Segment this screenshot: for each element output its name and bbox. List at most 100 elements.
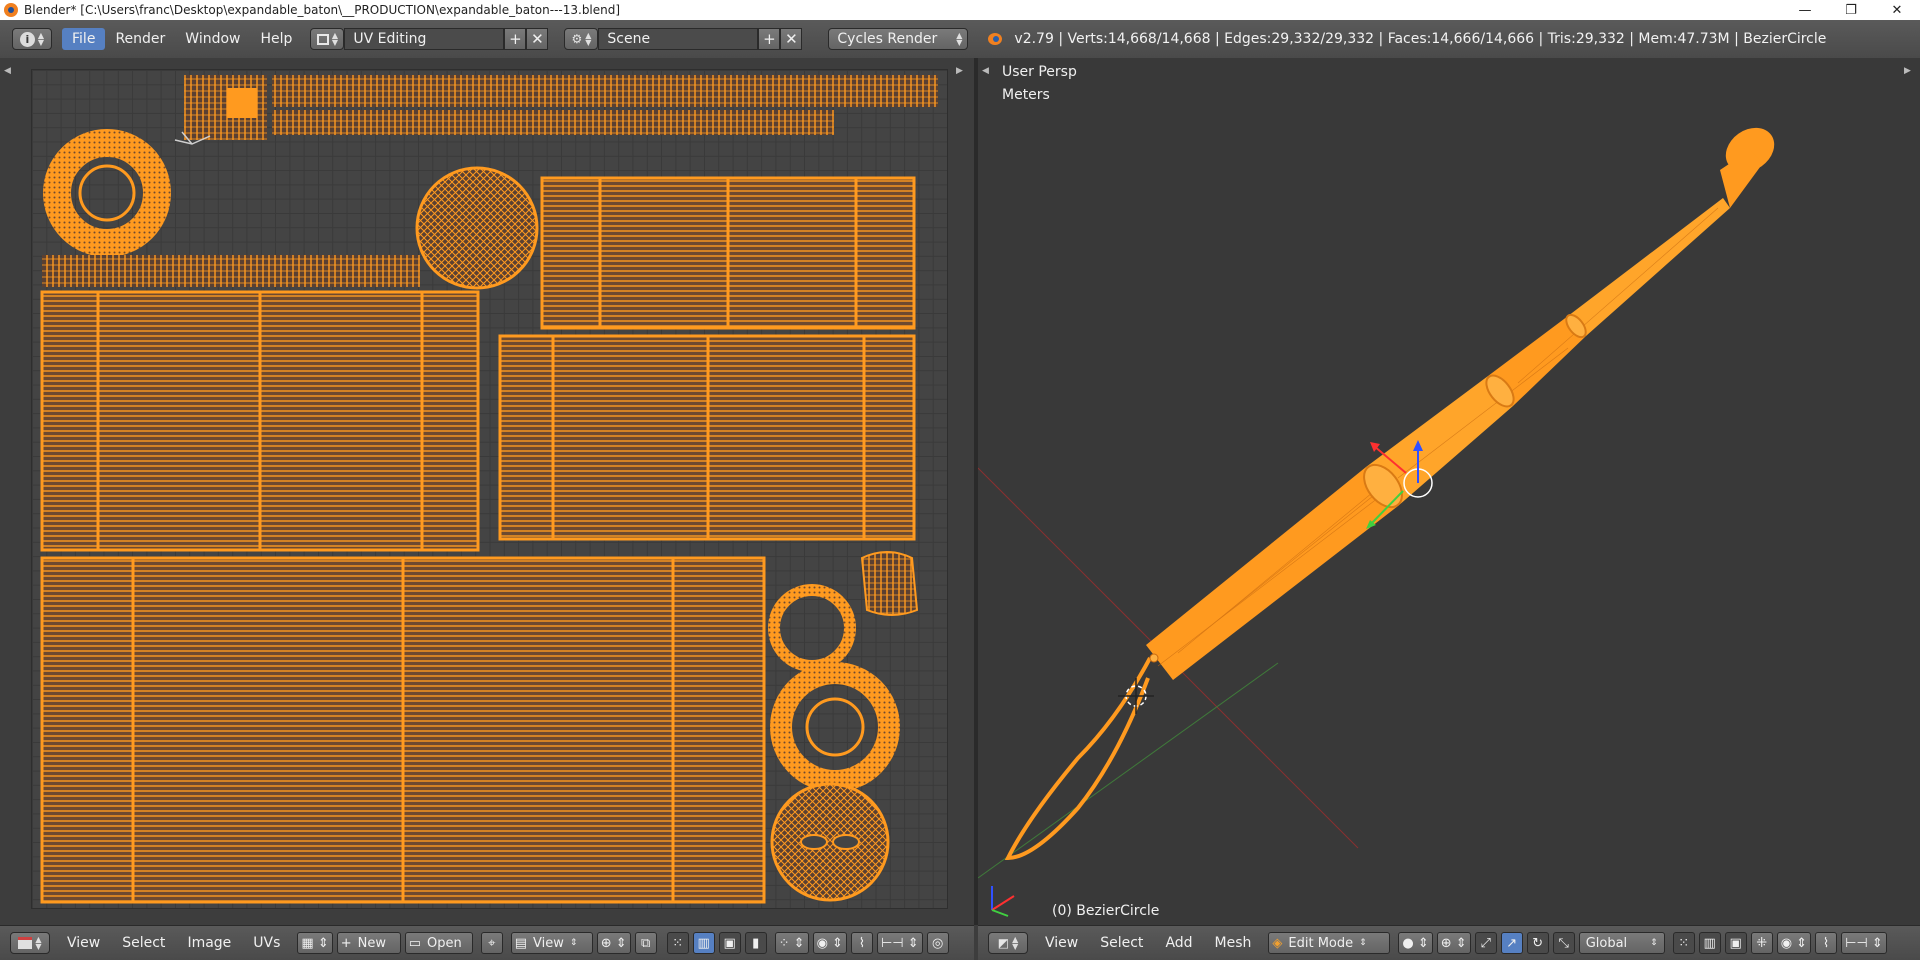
uv-menu-image[interactable]: Image <box>176 935 242 951</box>
proportional-edit-dropdown[interactable]: ◉ ⇕ <box>812 932 847 954</box>
scale-manipulator-button[interactable]: ⤡ <box>1552 932 1575 954</box>
proportional-edit-dropdown[interactable]: ◉ ⇕ <box>1776 932 1812 954</box>
chevron-updown-icon: ▲ ▼ <box>331 31 338 47</box>
edit-mode-icon: ◈ <box>1272 935 1283 951</box>
uv-menu-view[interactable]: View <box>56 935 111 951</box>
chevron-updown-icon: ▲ ▼ <box>585 31 592 47</box>
scene-field[interactable]: Scene <box>598 28 759 50</box>
new-image-button[interactable]: + New <box>336 932 401 954</box>
scene-browse[interactable]: ⚙ ▲ ▼ <box>564 28 599 50</box>
scene-icon: ⚙ <box>571 32 583 46</box>
uv-island <box>770 662 900 792</box>
add-scene-button[interactable]: + <box>758 28 781 50</box>
orientation-dropdown[interactable]: Global ⇕ <box>1578 932 1665 954</box>
open-image-button[interactable]: ▭ Open <box>404 932 473 954</box>
vertex-select-button[interactable]: ⁙ <box>1672 932 1695 954</box>
sticky-select-dropdown[interactable]: ⁘ ⇕ <box>774 932 809 954</box>
chevron-updown-icon: ▲ ▼ <box>37 31 45 47</box>
layout-icon <box>316 33 329 45</box>
uv-island <box>227 88 257 118</box>
edge-select-button[interactable]: ▥ <box>692 932 715 954</box>
3d-view-icon: ◩ <box>997 936 1010 950</box>
chevron-updown-icon: ⇕ <box>1359 938 1367 948</box>
translate-manipulator-button[interactable]: ↗ <box>1500 932 1523 954</box>
vertex-select-button[interactable]: ⁙ <box>666 932 689 954</box>
menu-help[interactable]: Help <box>250 28 302 50</box>
viewport-menu-view[interactable]: View <box>1034 935 1089 951</box>
maximize-button[interactable]: ❐ <box>1828 0 1874 20</box>
render-engine-dropdown[interactable]: Cycles Render ▲ ▼ <box>828 28 969 50</box>
viewport-menu-select[interactable]: Select <box>1089 935 1154 951</box>
pivot-point-dropdown[interactable]: ⊕ ⇕ <box>596 932 631 954</box>
view-mode-dropdown[interactable]: ▤ View ⇕ <box>510 932 593 954</box>
region-toggle-icon[interactable]: ▶ <box>956 66 963 76</box>
uv-layout <box>40 75 938 904</box>
window-titlebar: Blender* [C:\Users\franc\Desktop\expanda… <box>0 0 1920 20</box>
uv-island <box>415 166 539 290</box>
remove-scene-button[interactable]: ✕ <box>780 28 803 50</box>
face-select-button[interactable]: ▣ <box>718 932 741 954</box>
blender-app-icon <box>4 3 18 17</box>
remove-screen-button[interactable]: ✕ <box>526 28 549 50</box>
window-controls: — ❐ ✕ <box>1782 0 1920 20</box>
stats-text: v2.79 | Verts:14,668/14,668 | Edges:29,3… <box>1014 31 1827 47</box>
viewport-menu-add[interactable]: Add <box>1154 935 1203 951</box>
menu-render[interactable]: Render <box>105 28 175 50</box>
region-toggle-icon[interactable]: ◀ <box>4 66 11 76</box>
folder-icon: ▭ <box>408 935 422 951</box>
info-icon: i <box>19 31 35 47</box>
island-select-button[interactable]: ▮ <box>744 932 767 954</box>
menu-window[interactable]: Window <box>175 28 250 50</box>
sync-selection-button[interactable]: ⧉ <box>634 932 657 954</box>
uv-island <box>770 782 890 902</box>
limit-selection-button[interactable]: ⁜ <box>1750 932 1773 954</box>
uv-island <box>272 75 938 107</box>
snap-element-dropdown[interactable]: ⊢⊣ ⇕ <box>876 932 923 954</box>
image-icon: ▤ <box>514 935 528 951</box>
pin-image-button[interactable]: ⌖ <box>480 932 503 954</box>
info-header: i ▲ ▼ File Render Window Help ▲ ▼ UV Editi… <box>0 20 1920 59</box>
mode-dropdown[interactable]: ◈ Edit Mode ⇕ <box>1268 932 1391 954</box>
window-title: Blender* [C:\Users\franc\Desktop\expanda… <box>24 3 621 17</box>
uv-menu-select[interactable]: Select <box>111 935 176 951</box>
snap-button[interactable]: ⌇ <box>1815 932 1838 954</box>
uv-menu-uvs[interactable]: UVs <box>242 935 291 951</box>
uv-editor-header: ▲ ▼ View Select Image UVs ▦ ⇕ + New ▭ Ope… <box>0 925 974 960</box>
snap-element-dropdown[interactable]: ⊢⊣ ⇕ <box>1841 932 1887 954</box>
screen-layout-browse[interactable]: ▲ ▼ <box>310 28 345 50</box>
editor-type-selector[interactable]: ◩ ▲ ▼ <box>988 932 1028 954</box>
shading-dropdown[interactable]: ● ⇕ <box>1398 932 1433 954</box>
screen-layout-field[interactable]: UV Editing <box>344 28 505 50</box>
viewport-menu-mesh[interactable]: Mesh <box>1204 935 1263 951</box>
close-window-button[interactable]: ✕ <box>1874 0 1920 20</box>
pivot-point-dropdown[interactable]: ⊕ ⇕ <box>1436 932 1471 954</box>
baton-mesh <box>1004 127 1775 861</box>
uv-island <box>42 255 420 287</box>
uv-island <box>860 551 919 616</box>
3d-viewport[interactable]: ◀ ▶ User Persp Meters (0) BezierCircle <box>978 58 1920 925</box>
minimize-button[interactable]: — <box>1782 0 1828 20</box>
uv-image-editor[interactable]: ◀ ▶ <box>0 58 974 925</box>
plus-icon: + <box>340 935 352 951</box>
blender-logo-icon <box>986 30 1004 48</box>
editor-type-selector[interactable]: ▲ ▼ <box>10 932 50 954</box>
uv-island <box>78 164 136 222</box>
chevron-updown-icon: ▲ ▼ <box>956 31 963 47</box>
uv-settings-button[interactable]: ◎ <box>926 932 949 954</box>
manipulator-toggle-button[interactable]: ⤢ <box>1474 932 1497 954</box>
render-engine-label: Cycles Render <box>837 31 938 47</box>
editor-type-selector[interactable]: i ▲ ▼ <box>12 28 52 50</box>
menu-file[interactable]: File <box>62 28 106 50</box>
edge-select-button[interactable]: ▥ <box>1698 932 1721 954</box>
scene-statistics: v2.79 | Verts:14,668/14,668 | Edges:29,3… <box>986 30 1826 48</box>
active-object-label: (0) BezierCircle <box>1052 903 1160 919</box>
chevron-updown-icon: ▲ ▼ <box>1012 935 1019 951</box>
snap-button[interactable]: ⌇ <box>850 932 873 954</box>
add-screen-button[interactable]: + <box>504 28 527 50</box>
main-menu: File Render Window Help <box>62 28 302 50</box>
face-select-button[interactable]: ▣ <box>1724 932 1747 954</box>
rotate-manipulator-button[interactable]: ↻ <box>1526 932 1549 954</box>
uv-island <box>272 110 834 135</box>
uv-canvas[interactable] <box>31 69 948 909</box>
image-browse-button[interactable]: ▦ ⇕ <box>297 932 333 954</box>
